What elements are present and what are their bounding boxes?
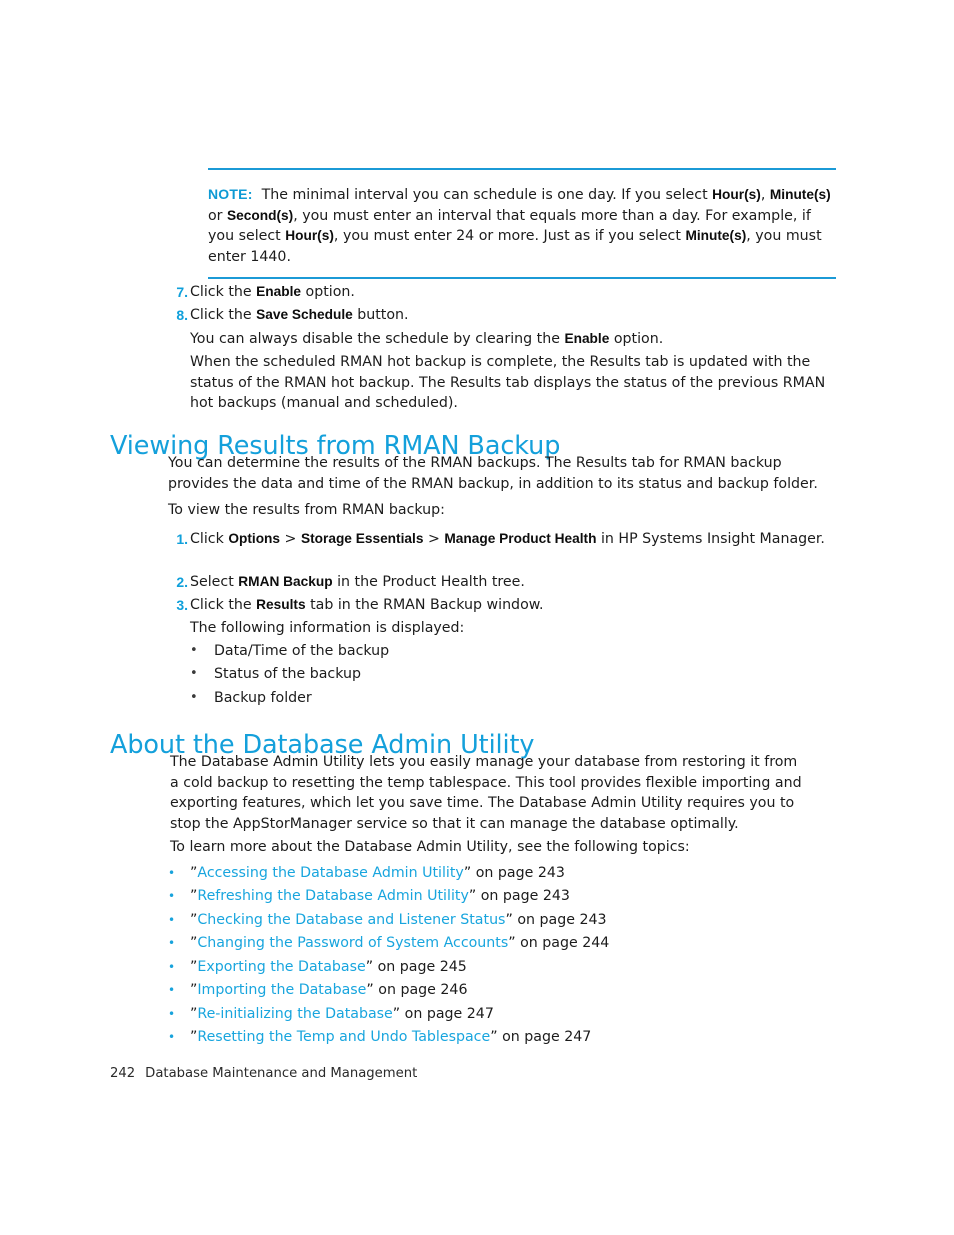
list-item-topic-2[interactable]: • ”Checking the Database and Listener St… (168, 910, 838, 931)
step-text: Click the Save Schedule button. (190, 307, 409, 323)
bullet-icon: • (168, 1030, 176, 1044)
paragraph-learn-more: To learn more about the Database Admin U… (170, 839, 690, 855)
bullet-icon: • (168, 960, 176, 974)
topic-link[interactable]: Changing the Password of System Accounts (197, 935, 508, 951)
step-number: 7. (176, 284, 188, 300)
note-body: NOTE: The minimal interval you can schedu… (208, 184, 836, 267)
bullet-icon: • (168, 1007, 176, 1021)
list-item-displayed-1: • Status of the backup (190, 664, 840, 685)
list-item-topic-0[interactable]: • ”Accessing the Database Admin Utility”… (168, 863, 838, 884)
topic-link-row: ”Exporting the Database” on page 245 (190, 959, 467, 975)
footer-page-number: 242 (110, 1066, 136, 1081)
list-item-displayed-0: • Data/Time of the backup (190, 641, 840, 662)
topic-link-row: ”Changing the Password of System Account… (190, 935, 610, 951)
step-text: Select RMAN Backup in the Product Health… (190, 574, 525, 590)
topic-link-row: ”Checking the Database and Listener Stat… (190, 912, 607, 928)
step-8-note-disable: You can always disable the schedule by c… (190, 331, 664, 347)
note-text: The minimal interval you can schedule is… (208, 187, 831, 265)
page-footer: 242 Database Maintenance and Management (110, 1066, 417, 1081)
document-page: NOTE: The minimal interval you can schedu… (0, 0, 954, 1235)
list-item-step-8: 8. Click the Save Schedule button. (166, 305, 838, 326)
list-item-label: Status of the backup (214, 666, 361, 682)
list-item-displayed-2: • Backup folder (190, 688, 840, 709)
paragraph-about-utility: The Database Admin Utility lets you easi… (170, 754, 802, 832)
step-number: 8. (176, 307, 188, 323)
list-item-step-3: 3. Click the Results tab in the RMAN Bac… (166, 595, 838, 616)
paragraph-to-view-results: To view the results from RMAN backup: (168, 502, 445, 518)
bullet-icon: • (190, 666, 198, 681)
topic-page-ref: on page 243 (476, 888, 570, 904)
list-item-step-1: 1. Click Options > Storage Essentials > … (166, 529, 838, 550)
bullet-icon: • (190, 643, 198, 658)
paragraph-displayed-intro: The following information is displayed: (190, 620, 465, 636)
topic-link[interactable]: Re-initializing the Database (197, 1006, 392, 1022)
step-text: Click the Enable option. (190, 284, 355, 300)
topic-link[interactable]: Accessing the Database Admin Utility (197, 865, 463, 881)
paragraph-viewing-results-intro: You can determine the results of the RMA… (168, 455, 818, 492)
topic-page-ref: on page 247 (400, 1006, 494, 1022)
bullet-icon: • (168, 983, 176, 997)
list-item-label: Data/Time of the backup (214, 643, 390, 659)
topic-page-ref: on page 244 (515, 935, 610, 951)
footer-chapter-title: Database Maintenance and Management (145, 1066, 418, 1081)
list-item-label: Backup folder (214, 690, 312, 706)
step-8-note-results: When the scheduled RMAN hot backup is co… (190, 354, 826, 412)
bullet-icon: • (168, 913, 176, 927)
topic-link[interactable]: Refreshing the Database Admin Utility (197, 888, 468, 904)
topic-link[interactable]: Resetting the Temp and Undo Tablespace (197, 1029, 490, 1045)
list-item-topic-1[interactable]: • ”Refreshing the Database Admin Utility… (168, 886, 838, 907)
topic-link-row: ”Refreshing the Database Admin Utility” … (190, 888, 570, 904)
list-item-step-7: 7. Click the Enable option. (166, 282, 838, 303)
list-item-topic-3[interactable]: • ”Changing the Password of System Accou… (168, 933, 838, 954)
topic-link-row: ”Accessing the Database Admin Utility” o… (190, 865, 565, 881)
bullet-icon: • (168, 866, 176, 880)
step-number: 2. (176, 574, 188, 590)
list-item-topic-5[interactable]: • ”Importing the Database” on page 246 (168, 980, 838, 1001)
step-text: Click the Results tab in the RMAN Backup… (190, 597, 544, 613)
topic-link[interactable]: Exporting the Database (197, 959, 365, 975)
list-item-step-2: 2. Select RMAN Backup in the Product Hea… (166, 572, 838, 593)
topic-page-ref: on page 243 (471, 865, 565, 881)
topic-page-ref: on page 245 (373, 959, 467, 975)
bullet-icon: • (190, 690, 198, 705)
note-label: NOTE: (208, 186, 253, 202)
topic-link[interactable]: Importing the Database (197, 982, 366, 998)
topic-page-ref: on page 243 (512, 912, 607, 928)
step-text: Click Options > Storage Essentials > Man… (190, 531, 825, 547)
list-item-topic-4[interactable]: • ”Exporting the Database” on page 245 (168, 957, 838, 978)
list-item-topic-7[interactable]: • ”Resetting the Temp and Undo Tablespac… (168, 1027, 838, 1048)
topic-link-row: ”Re-initializing the Database” on page 2… (190, 1006, 494, 1022)
bullet-icon: • (168, 936, 176, 950)
topic-link-row: ”Importing the Database” on page 246 (190, 982, 468, 998)
topic-page-ref: on page 247 (497, 1029, 592, 1045)
bullet-icon: • (168, 889, 176, 903)
topic-link-row: ”Resetting the Temp and Undo Tablespace”… (190, 1029, 592, 1045)
step-number: 3. (176, 597, 188, 613)
topic-page-ref: on page 246 (373, 982, 468, 998)
topic-link[interactable]: Checking the Database and Listener Statu… (197, 912, 505, 928)
step-number: 1. (176, 531, 188, 547)
list-item-topic-6[interactable]: • ”Re-initializing the Database” on page… (168, 1004, 838, 1025)
note-callout: NOTE: The minimal interval you can schedu… (208, 168, 836, 279)
